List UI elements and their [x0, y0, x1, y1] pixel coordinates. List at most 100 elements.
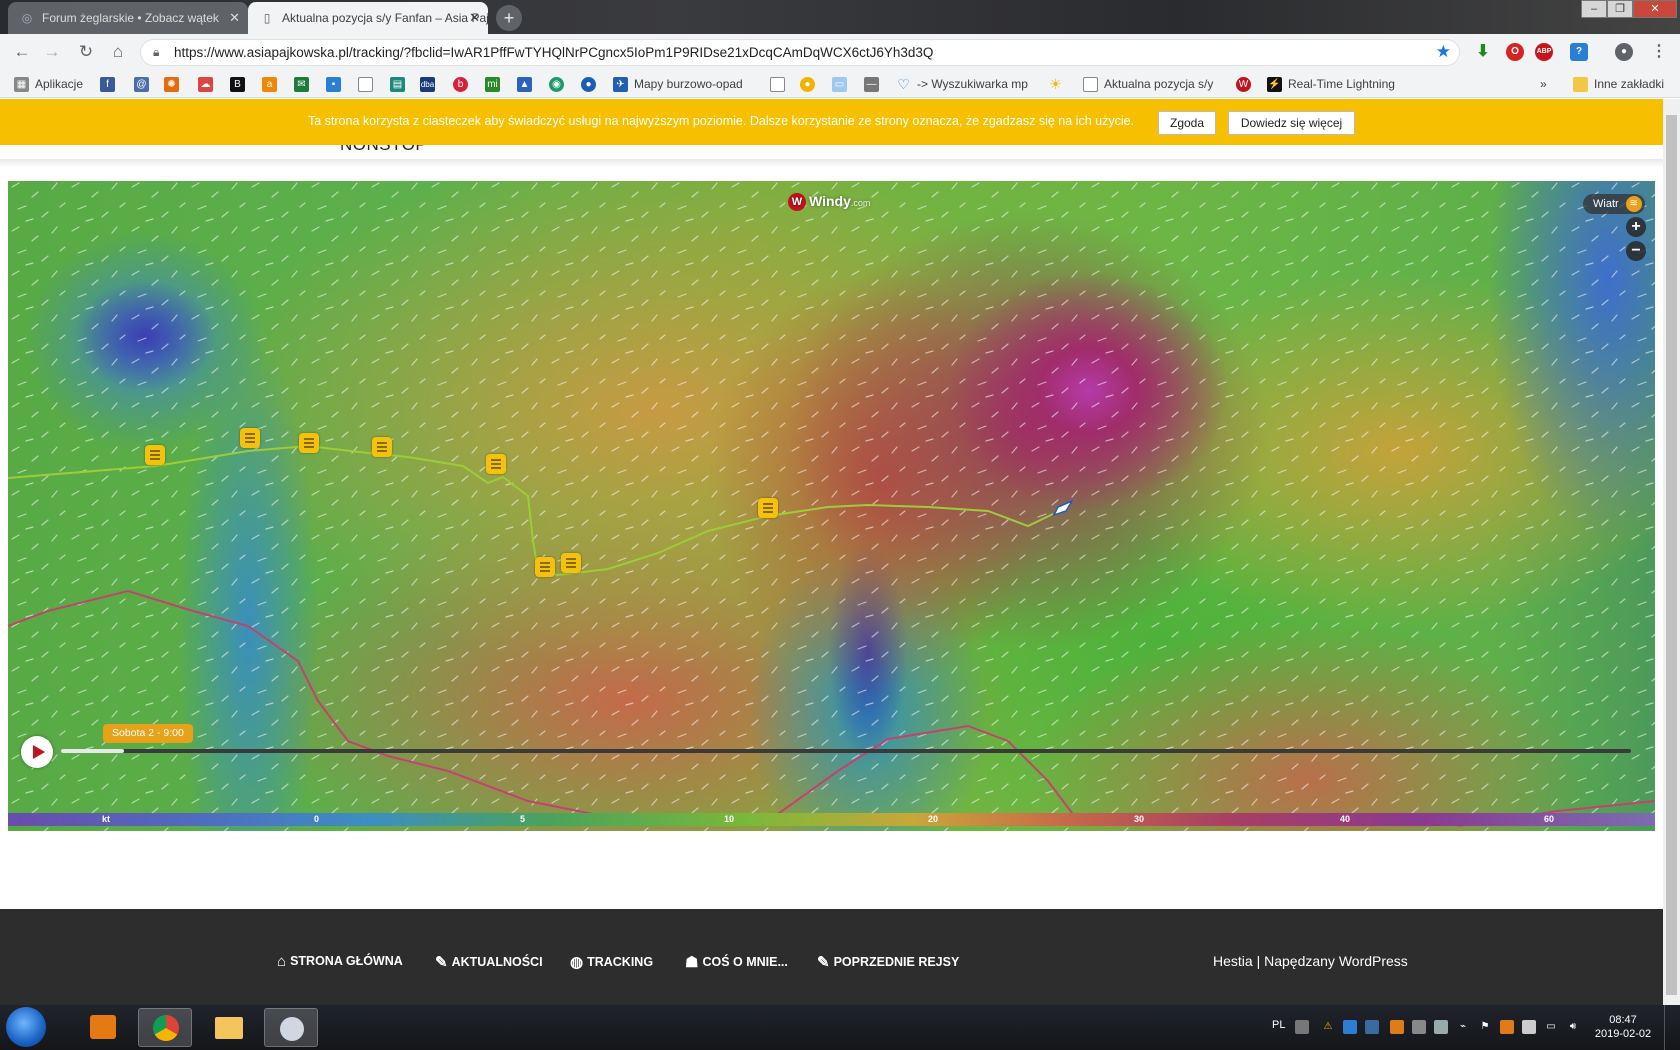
bookmark-tiles[interactable]: ▪ — [326, 70, 347, 98]
opera-extension-icon[interactable]: O — [1506, 43, 1524, 61]
bookmark-sail[interactable]: ▲ — [517, 70, 538, 98]
tray-icon[interactable] — [1390, 1020, 1404, 1034]
footer-nav-tracking[interactable]: ◍ TRACKING — [570, 953, 653, 971]
legend-tick: 5 — [520, 814, 526, 824]
track-message-marker[interactable] — [758, 498, 778, 518]
cookie-more-button[interactable]: Dowiedz się więcej — [1228, 111, 1355, 135]
earth-icon: ● — [581, 77, 596, 93]
menu-icon[interactable]: ⋮ — [1650, 43, 1668, 61]
forward-icon[interactable]: → — [40, 40, 64, 64]
footer-nav-about[interactable]: ☗ COŚ O MNIE... — [685, 953, 788, 971]
bookmark-mapy-burzowo[interactable]: ✈ Mapy burzowo-opad — [613, 70, 743, 98]
network-icon[interactable]: ⌁ — [1456, 1020, 1470, 1034]
track-message-marker[interactable] — [535, 557, 555, 577]
bookmarks-overflow[interactable]: » — [1540, 70, 1547, 98]
tray-icon[interactable] — [1434, 1020, 1448, 1034]
volume-icon[interactable]: 🔊︎ — [1566, 1020, 1580, 1034]
warning-icon[interactable]: ⚠ — [1321, 1020, 1335, 1034]
track-message-marker[interactable] — [372, 437, 392, 457]
page-scrollbar[interactable] — [1663, 99, 1680, 1005]
back-icon[interactable]: ← — [10, 40, 34, 64]
display-icon[interactable]: ▭ — [1544, 1020, 1558, 1034]
system-clock[interactable]: 08:47 2019-02-02 — [1590, 1013, 1656, 1041]
tray-icon[interactable] — [1412, 1020, 1426, 1034]
play-button[interactable] — [21, 736, 53, 768]
windy-logo[interactable]: W Windy.com — [788, 193, 870, 212]
footer-nav-news[interactable]: ✎ AKTUALNOŚCI — [435, 953, 543, 971]
maximize-button[interactable]: ❐ — [1607, 0, 1633, 18]
download-extension-icon[interactable]: ⬇ — [1474, 43, 1492, 61]
steam-icon[interactable] — [1365, 1020, 1379, 1034]
scrollbar-thumb[interactable] — [1666, 115, 1677, 995]
bookmark-earth[interactable]: ● — [581, 70, 602, 98]
tray-icon[interactable] — [1343, 1020, 1357, 1034]
bookmark-cloud[interactable]: ☁ — [198, 70, 219, 98]
timeline-slider[interactable] — [61, 749, 1631, 753]
bookmark-sun[interactable]: ☀ — [1048, 70, 1069, 98]
bookmark-at[interactable]: @ — [134, 70, 155, 98]
home-icon[interactable]: ⌂ — [106, 40, 130, 64]
new-tab-button[interactable]: + — [496, 5, 522, 31]
taskbar-explorer[interactable] — [202, 1008, 256, 1047]
layer-selector-button[interactable]: Wiatr ≋ — [1583, 194, 1645, 214]
bookmark-dba[interactable]: dba — [420, 70, 441, 98]
close-tab-icon[interactable]: ✕ — [229, 2, 240, 34]
tray-icon[interactable] — [1295, 1020, 1309, 1034]
language-indicator[interactable]: PL — [1272, 1019, 1285, 1031]
close-window-button[interactable]: ✕ — [1633, 0, 1677, 18]
bookmark-calendar[interactable]: ▤ — [390, 70, 411, 98]
bookmark-amazon[interactable]: a — [262, 70, 283, 98]
bookmark-wyszukiwarka[interactable]: ♡ -> Wyszukiwarka mp — [896, 70, 1028, 98]
other-bookmarks[interactable]: Inne zakładki — [1573, 70, 1664, 98]
bookmark-windy[interactable]: W — [1236, 70, 1257, 98]
sun-icon: ✺ — [164, 77, 179, 93]
bookmark-lightning[interactable]: ⚡ Real-Time Lightning — [1267, 70, 1395, 98]
bookmark-globe[interactable]: ◉ — [549, 70, 570, 98]
bookmark-page[interactable] — [358, 70, 379, 98]
cookie-accept-button[interactable]: Zgoda — [1158, 111, 1216, 135]
tab-tracking[interactable]: ▯ Aktualna pozycja s/y Fanfan – Asia Paj… — [248, 2, 488, 34]
bookmark-apps[interactable]: ▦ Aplikacje — [14, 70, 83, 98]
tray-icon[interactable] — [1500, 1020, 1514, 1034]
zoom-in-button[interactable]: + — [1626, 217, 1646, 237]
track-message-marker[interactable] — [561, 553, 581, 573]
show-desktop-button[interactable] — [1664, 1005, 1680, 1050]
track-message-marker[interactable] — [240, 428, 260, 448]
footer-nav-previous-cruises[interactable]: ✎ POPRZEDNIE REJSY — [817, 953, 959, 971]
minimize-button[interactable]: – — [1581, 0, 1607, 18]
bookmark-sun[interactable]: ✺ — [164, 70, 185, 98]
adblock-extension-icon[interactable]: ABP — [1535, 43, 1553, 61]
zoom-out-button[interactable]: − — [1626, 241, 1646, 261]
close-tab-icon[interactable]: ✕ — [469, 2, 480, 34]
track-message-marker[interactable] — [299, 433, 319, 453]
bookmark-dash[interactable]: — — [864, 70, 885, 98]
bookmark-star-icon[interactable]: ★ — [1436, 42, 1451, 62]
address-bar[interactable]: 🔒︎ https://www.asiapajkowska.pl/tracking… — [140, 39, 1460, 66]
bookmark-booking[interactable]: B — [230, 70, 251, 98]
taskbar-chrome[interactable] — [138, 1008, 192, 1047]
globe-icon: ◍ — [570, 954, 584, 971]
reload-icon[interactable]: ↻ — [74, 40, 98, 64]
flag-icon[interactable]: ⚑ — [1478, 1020, 1492, 1034]
tray-icon[interactable] — [1522, 1020, 1536, 1034]
bookmark-mail[interactable]: ✉ — [294, 70, 315, 98]
bookmark-aktualna-pozycja[interactable]: Aktualna pozycja s/y — [1083, 70, 1213, 98]
taskbar-media-player[interactable] — [76, 1008, 130, 1047]
track-message-marker[interactable] — [145, 445, 165, 465]
bookmark-mi[interactable]: mi — [485, 70, 506, 98]
extension-icon[interactable]: ? — [1570, 43, 1588, 61]
tab-forum[interactable]: ◎ Forum żeglarskie • Zobacz wątek ✕ — [8, 2, 248, 34]
track-message-marker[interactable] — [486, 454, 506, 474]
bookmark-coin[interactable]: ● — [800, 70, 821, 98]
tiles-icon: ▪ — [326, 77, 341, 93]
footer-credit: Hestia | Napędzany WordPress — [1213, 953, 1408, 969]
bookmark-card[interactable]: ▭ — [832, 70, 853, 98]
bookmark-b[interactable]: b — [453, 70, 474, 98]
taskbar-paint[interactable] — [264, 1008, 318, 1047]
profile-icon[interactable]: ● — [1615, 43, 1633, 61]
wind-map[interactable]: W Windy.com Wiatr ≋ + − Sobota 2 - 9:00 k… — [8, 181, 1655, 831]
start-button[interactable] — [6, 1007, 46, 1047]
bookmark-page[interactable] — [770, 70, 791, 98]
bookmark-facebook[interactable]: f — [100, 70, 121, 98]
footer-nav-home[interactable]: ⌂ STRONA GŁÓWNA — [277, 953, 403, 970]
